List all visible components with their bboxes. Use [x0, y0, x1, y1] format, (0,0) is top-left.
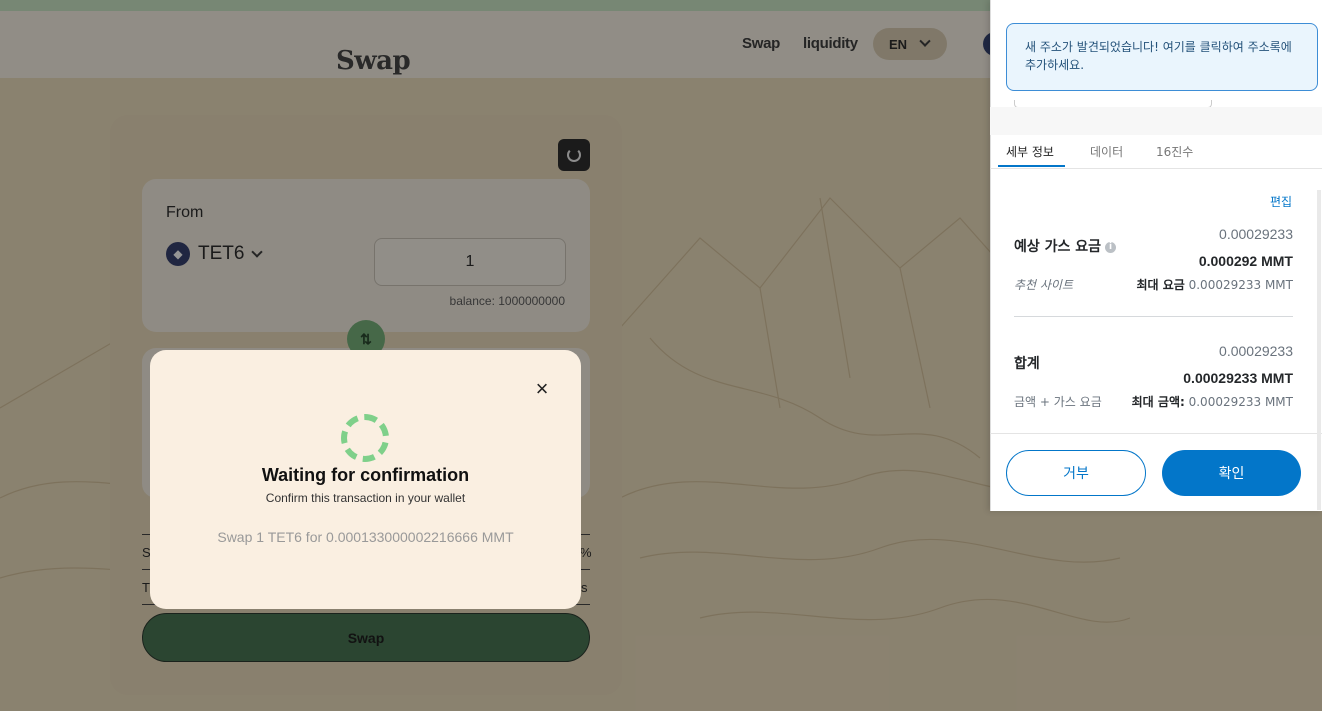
new-address-notice[interactable]: 새 주소가 발견되었습니다! 여기를 클릭하여 주소록에 추가하세요.	[1006, 23, 1318, 91]
info-icon[interactable]: i	[1105, 241, 1117, 253]
gas-fee-fiat: 0.00029233	[1219, 226, 1293, 242]
divider	[990, 433, 1322, 434]
total-max-amount: 최대 금액: 0.00029233 MMT	[1132, 393, 1293, 410]
loading-spinner-icon	[341, 414, 389, 462]
gas-fee-label-text: 예상 가스 요금	[1014, 239, 1102, 255]
reject-button[interactable]: 거부	[1006, 450, 1146, 496]
divider	[990, 168, 1322, 169]
active-tab-indicator	[998, 165, 1065, 167]
total-value: 0.00029233 MMT	[1183, 370, 1293, 386]
gas-max-fee-value: 0.00029233 MMT	[1188, 278, 1293, 292]
confirm-button[interactable]: 확인	[1162, 450, 1301, 496]
total-max-value: 0.00029233 MMT	[1188, 395, 1293, 409]
total-subtext: 금액 + 가스 요금	[1014, 395, 1102, 409]
gas-max-fee: 최대 요금 0.00029233 MMT	[1136, 276, 1293, 293]
gas-fee-label: 예상 가스 요금 i	[1014, 236, 1117, 256]
close-icon[interactable]: ×	[533, 378, 551, 400]
modal-swap-detail: Swap 1 TET6 for 0.000133000002216666 MMT	[217, 529, 514, 545]
tab-details[interactable]: 세부 정보	[1006, 143, 1054, 160]
modal-backdrop[interactable]	[990, 511, 1322, 711]
gas-site-suggestion: 추천 사이트	[1014, 278, 1074, 292]
gas-max-fee-label: 최대 요금	[1136, 278, 1185, 292]
total-label: 합계	[1014, 356, 1040, 372]
divider	[1014, 316, 1293, 317]
tabs-background	[990, 107, 1322, 135]
modal-title: Waiting for confirmation	[261, 465, 470, 485]
tab-data[interactable]: 데이터	[1090, 143, 1123, 160]
modal-subtitle: Confirm this transaction in your wallet	[265, 491, 466, 505]
gas-fee-value: 0.000292 MMT	[1198, 253, 1293, 269]
total-max-label: 최대 금액:	[1131, 395, 1185, 409]
edit-gas-link[interactable]: 편집	[1270, 193, 1292, 210]
scrollbar[interactable]	[1317, 190, 1321, 510]
tab-hex[interactable]: 16진수	[1156, 143, 1193, 160]
total-fiat: 0.00029233	[1219, 343, 1293, 359]
